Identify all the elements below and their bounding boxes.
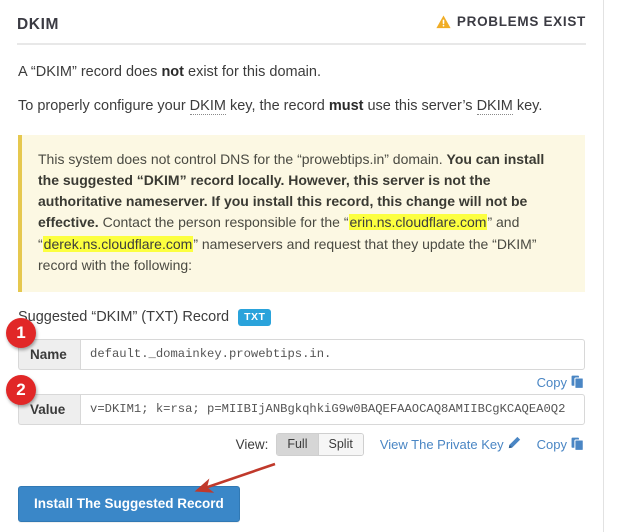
copy-value-button[interactable]: Copy: [537, 437, 584, 452]
dkim-abbr-1: DKIM: [189, 97, 226, 115]
panel-header: DKIM PROBLEMS EXIST: [17, 0, 586, 45]
nameserver-1: erin.ns.cloudflare.com: [348, 214, 488, 231]
intro-1-b: exist for this domain.: [183, 63, 321, 80]
intro-2-a: To properly configure your: [18, 97, 190, 114]
clipboard-copy-icon: [571, 375, 584, 390]
pencil-edit-icon: [508, 436, 521, 452]
value-field-input[interactable]: [80, 393, 585, 425]
intro-2-b: key, the record: [225, 97, 329, 114]
dkim-abbr-2: DKIM: [476, 97, 513, 115]
intro-2-bold: must: [328, 97, 364, 114]
view-mode-segmented-control: Full Split: [276, 432, 364, 456]
intro-line-1: A “DKIM” record does not exist for this …: [16, 45, 587, 83]
intro-2-c: use this server’s: [363, 97, 477, 114]
name-field-input[interactable]: [80, 338, 585, 370]
clipboard-copy-icon: [571, 437, 584, 452]
status-text: PROBLEMS EXIST: [456, 14, 586, 29]
status-badge: PROBLEMS EXIST: [436, 14, 586, 29]
copy-name-button[interactable]: Copy: [537, 375, 584, 390]
record-type-badge: TXT: [238, 309, 272, 326]
warning-triangle-icon: [436, 15, 451, 29]
suggested-record-title: Suggested “DKIM” (TXT) Record: [18, 309, 230, 326]
callout-text-3: Contact the person responsible for the “: [98, 214, 349, 231]
view-split-button[interactable]: Split: [317, 433, 363, 455]
page-title: DKIM: [17, 15, 60, 33]
annotation-marker-1: 1: [6, 318, 36, 348]
intro-line-2: To properly configure your DKIM key, the…: [16, 83, 587, 117]
value-field-block: Value: [16, 393, 587, 425]
copy-name-label: Copy: [536, 374, 567, 390]
name-field-row: Name: [18, 338, 585, 370]
name-field-block: Name: [16, 338, 587, 370]
view-mode-group: View: Full Split: [235, 432, 364, 456]
intro-2-d: key.: [512, 97, 543, 114]
intro-1-a: A “DKIM” record does: [18, 63, 162, 80]
install-suggested-record-button[interactable]: Install The Suggested Record: [18, 485, 240, 522]
view-private-key-link[interactable]: View The Private Key: [380, 436, 521, 452]
suggested-record-heading: Suggested “DKIM” (TXT) Record TXT: [16, 292, 587, 326]
view-mode-label: View:: [235, 436, 269, 452]
panel-content: DKIM PROBLEMS EXIST A “DKIM” record does…: [0, 0, 604, 532]
install-button-wrap: Install The Suggested Record: [16, 456, 587, 522]
intro-1-bold: not: [161, 63, 184, 80]
view-private-key-label: View The Private Key: [379, 436, 504, 452]
copy-value-label: Copy: [536, 436, 567, 452]
annotation-marker-2: 2: [6, 375, 36, 405]
dkim-panel: DKIM PROBLEMS EXIST A “DKIM” record does…: [0, 0, 619, 532]
callout-text-1: This system does not control DNS for the…: [38, 150, 447, 167]
value-field-row: Value: [18, 393, 585, 425]
nameserver-2: derek.ns.cloudflare.com: [42, 235, 194, 252]
value-toolbar: View: Full Split View The Private Key Co…: [16, 425, 587, 456]
dns-warning-callout: This system does not control DNS for the…: [18, 134, 585, 293]
name-copy-row: Copy: [16, 370, 587, 394]
view-full-button[interactable]: Full: [277, 433, 318, 455]
